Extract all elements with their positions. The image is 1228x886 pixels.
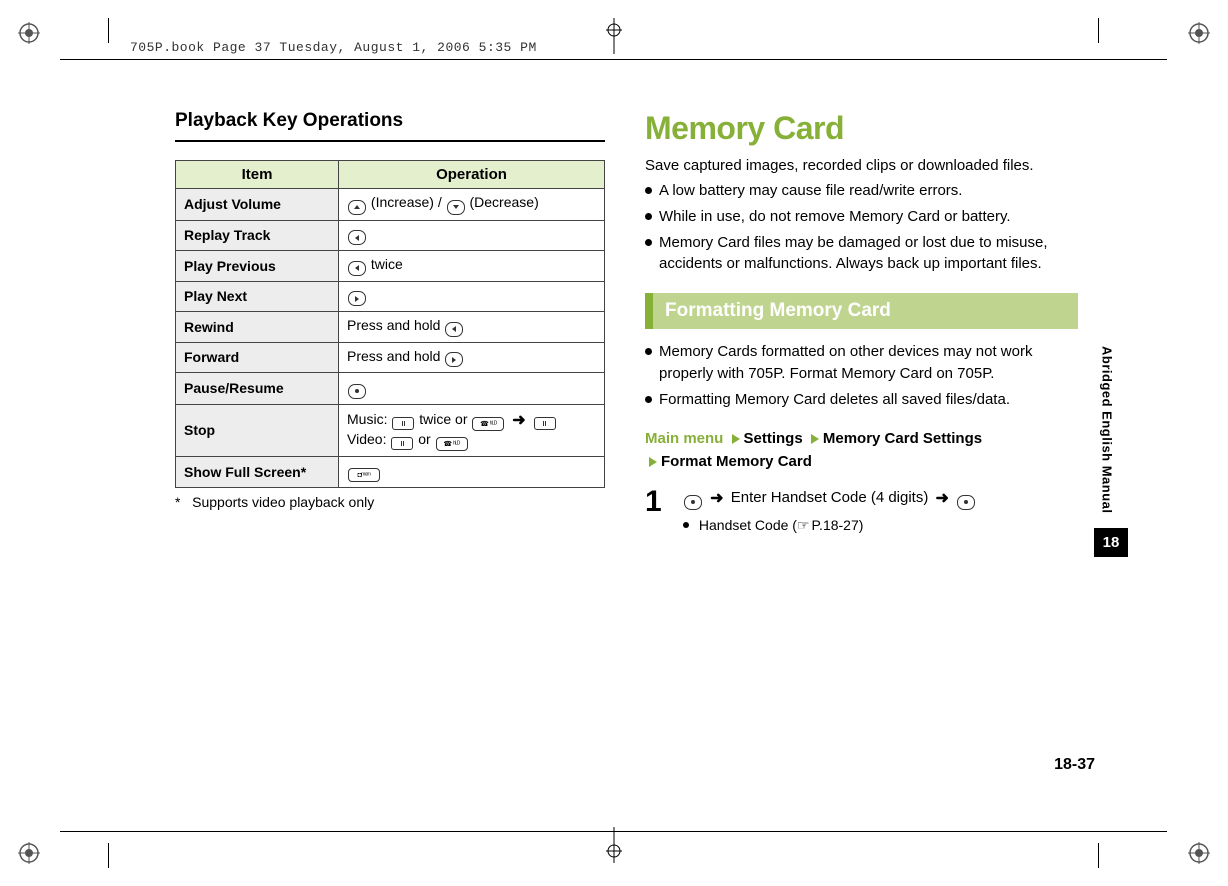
list-item: Memory Card files may be damaged or lost… <box>645 232 1078 276</box>
intro-text: Save captured images, recorded clips or … <box>645 157 1078 174</box>
item-cell: Pause/Resume <box>176 373 339 405</box>
page-number: 18-37 <box>1054 756 1095 774</box>
crop-mark-tl <box>18 22 40 44</box>
camera-key-icon: ◘ᵐᵉᵐ <box>348 468 380 482</box>
operation-cell: ◘ᵐᵉᵐ <box>339 456 605 488</box>
operation-cell: Press and hold <box>339 312 605 343</box>
item-cell: Forward <box>176 342 339 373</box>
nav-right-key-icon <box>445 352 463 367</box>
arrow-right-icon: ➜ <box>936 487 949 511</box>
trim-line <box>1098 18 1099 43</box>
pointer-icon: ☞ <box>797 515 810 536</box>
formatting-subheader: Formatting Memory Card <box>645 293 1078 329</box>
call-hold-key-icon: ☎ ʰᴸᴰ <box>472 417 504 431</box>
softkey-icon <box>391 437 413 450</box>
nav-left-key-icon <box>348 230 366 245</box>
memory-notes-list: A low battery may cause file read/write … <box>645 180 1078 275</box>
nav-center-key-icon <box>684 495 702 510</box>
menu-arrow-icon <box>732 434 740 444</box>
heading-rule <box>175 140 605 142</box>
softkey-icon <box>392 417 414 430</box>
table-row: RewindPress and hold <box>176 312 605 343</box>
operation-cell <box>339 373 605 405</box>
page-header: 705P.book Page 37 Tuesday, August 1, 200… <box>130 40 537 55</box>
table-row: Pause/Resume <box>176 373 605 405</box>
table-row: ForwardPress and hold <box>176 342 605 373</box>
footnote-marker: * <box>175 494 180 510</box>
list-item: Memory Cards formatted on other devices … <box>645 341 1078 385</box>
item-cell: Play Next <box>176 281 339 312</box>
menu-path-segment: Format Memory Card <box>661 453 812 470</box>
item-cell: Rewind <box>176 312 339 343</box>
operation-cell: (Increase) / (Decrease) <box>339 189 605 221</box>
nav-left-key-icon <box>445 322 463 337</box>
crop-mark-br <box>1188 842 1210 864</box>
arrow-right-icon: ➜ <box>710 487 723 511</box>
menu-path-segment: Main menu <box>645 430 723 447</box>
softkey-icon <box>534 417 556 430</box>
item-cell: Adjust Volume <box>176 189 339 221</box>
center-mark-icon <box>602 18 626 59</box>
call-hold-key-icon: ☎ ʰᴸᴰ <box>436 437 468 451</box>
step-sub: Handset Code (☞P.18-27) <box>683 515 1078 536</box>
nav-center-key-icon <box>348 384 366 399</box>
list-item: Formatting Memory Card deletes all saved… <box>645 389 1078 411</box>
menu-arrow-icon <box>649 457 657 467</box>
item-cell: Stop <box>176 404 339 456</box>
table-row: Show Full Screen* ◘ᵐᵉᵐ <box>176 456 605 488</box>
nav-left-key-icon <box>348 261 366 276</box>
menu-path-segment: Memory Card Settings <box>823 430 982 447</box>
table-row: Replay Track <box>176 220 605 251</box>
trim-line <box>60 59 1167 60</box>
nav-right-key-icon <box>348 291 366 306</box>
operations-table: Item Operation Adjust Volume (Increase) … <box>175 160 605 488</box>
arrow-right-icon: ➜ <box>512 410 525 430</box>
trim-line <box>108 843 109 868</box>
memory-card-heading: Memory Card <box>645 110 1078 147</box>
formatting-notes-list: Memory Cards formatted on other devices … <box>645 341 1078 410</box>
step-number: 1 <box>645 487 671 517</box>
crop-mark-tr <box>1188 22 1210 44</box>
footnote-text: Supports video playback only <box>192 494 374 510</box>
operation-cell: Music: twice or ☎ ʰᴸᴰ ➜ Video: or ☎ ʰᴸᴰ <box>339 404 605 456</box>
operation-cell <box>339 281 605 312</box>
menu-path-segment: Settings <box>744 430 803 447</box>
nav-down-key-icon <box>447 200 465 215</box>
chapter-number: 18 <box>1094 528 1128 557</box>
trim-line <box>108 18 109 43</box>
center-mark-icon <box>602 827 626 868</box>
footnote: * Supports video playback only <box>175 494 605 510</box>
list-item: A low battery may cause file read/write … <box>645 180 1078 202</box>
list-item: While in use, do not remove Memory Card … <box>645 206 1078 228</box>
side-label: Abridged English Manual <box>1100 346 1115 514</box>
table-row: StopMusic: twice or ☎ ʰᴸᴰ ➜ Video: or ☎ … <box>176 404 605 456</box>
item-cell: Play Previous <box>176 251 339 282</box>
menu-path: Main menu Settings Memory Card Settings … <box>645 428 1078 473</box>
th-item: Item <box>176 161 339 189</box>
step-1: 1 ➜ Enter Handset Code (4 digits) ➜ Hand… <box>645 487 1078 536</box>
table-row: Play Next <box>176 281 605 312</box>
playback-heading: Playback Key Operations <box>175 110 605 132</box>
trim-line <box>1098 843 1099 868</box>
table-row: Play Previous twice <box>176 251 605 282</box>
table-row: Adjust Volume (Increase) / (Decrease) <box>176 189 605 221</box>
operation-cell <box>339 220 605 251</box>
nav-center-key-icon <box>957 495 975 510</box>
th-operation: Operation <box>339 161 605 189</box>
step-body: ➜ Enter Handset Code (4 digits) ➜ <box>683 487 1078 511</box>
nav-up-key-icon <box>348 200 366 215</box>
crop-mark-bl <box>18 842 40 864</box>
item-cell: Show Full Screen* <box>176 456 339 488</box>
item-cell: Replay Track <box>176 220 339 251</box>
menu-arrow-icon <box>811 434 819 444</box>
side-tab: Abridged English Manual <box>1096 327 1118 532</box>
operation-cell: twice <box>339 251 605 282</box>
operation-cell: Press and hold <box>339 342 605 373</box>
